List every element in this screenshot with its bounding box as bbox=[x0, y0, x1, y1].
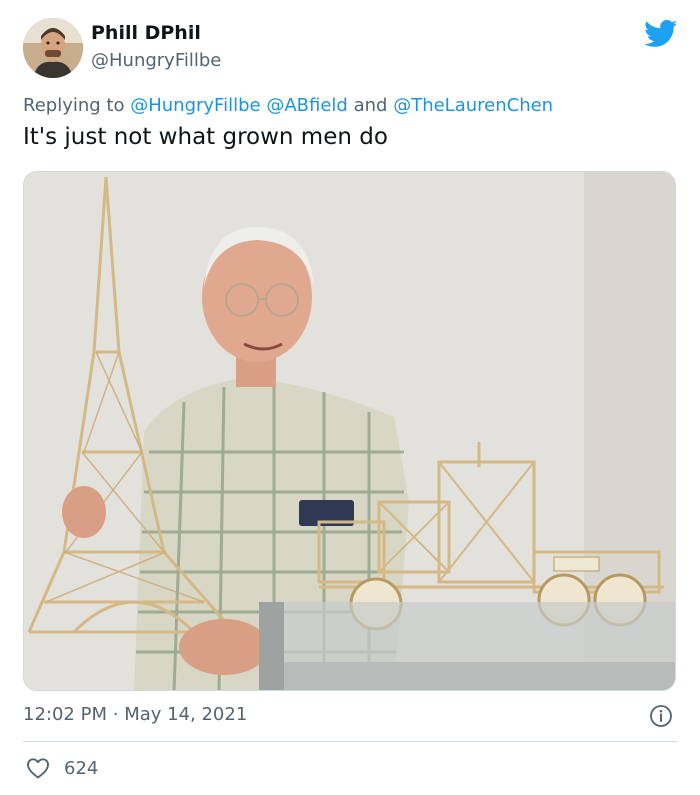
author-display-name[interactable]: Phill DPhil bbox=[91, 22, 201, 44]
reply-context: Replying to @HungryFillbe @ABfield and @… bbox=[23, 95, 553, 116]
tweet-photo[interactable] bbox=[23, 171, 676, 691]
avatar[interactable] bbox=[23, 18, 83, 78]
reply-prefix: Replying to bbox=[23, 95, 125, 116]
mention-link[interactable]: @TheLaurenChen bbox=[393, 95, 553, 116]
tweet-text: It's just not what grown men do bbox=[23, 124, 388, 150]
photo-illustration bbox=[24, 172, 675, 690]
like-count: 624 bbox=[64, 757, 99, 779]
like-button[interactable]: 624 bbox=[26, 756, 98, 780]
twitter-bird-icon[interactable] bbox=[644, 20, 678, 48]
tweet-time: 12:02 PM bbox=[23, 704, 107, 725]
mention-link[interactable]: @ABfield bbox=[266, 95, 348, 116]
reply-conjunction: and bbox=[353, 95, 388, 116]
meta-separator: · bbox=[112, 704, 119, 725]
info-icon[interactable] bbox=[649, 704, 673, 728]
tweet-date: May 14, 2021 bbox=[124, 704, 248, 725]
divider bbox=[23, 741, 677, 742]
mention-link[interactable]: @HungryFillbe bbox=[130, 95, 260, 116]
heart-icon bbox=[27, 758, 49, 779]
tweet-card: Phill DPhil @HungryFillbe Replying to @H… bbox=[0, 0, 700, 795]
author-handle[interactable]: @HungryFillbe bbox=[91, 50, 221, 71]
tweet-timestamp[interactable]: 12:02 PM · May 14, 2021 bbox=[23, 704, 247, 725]
